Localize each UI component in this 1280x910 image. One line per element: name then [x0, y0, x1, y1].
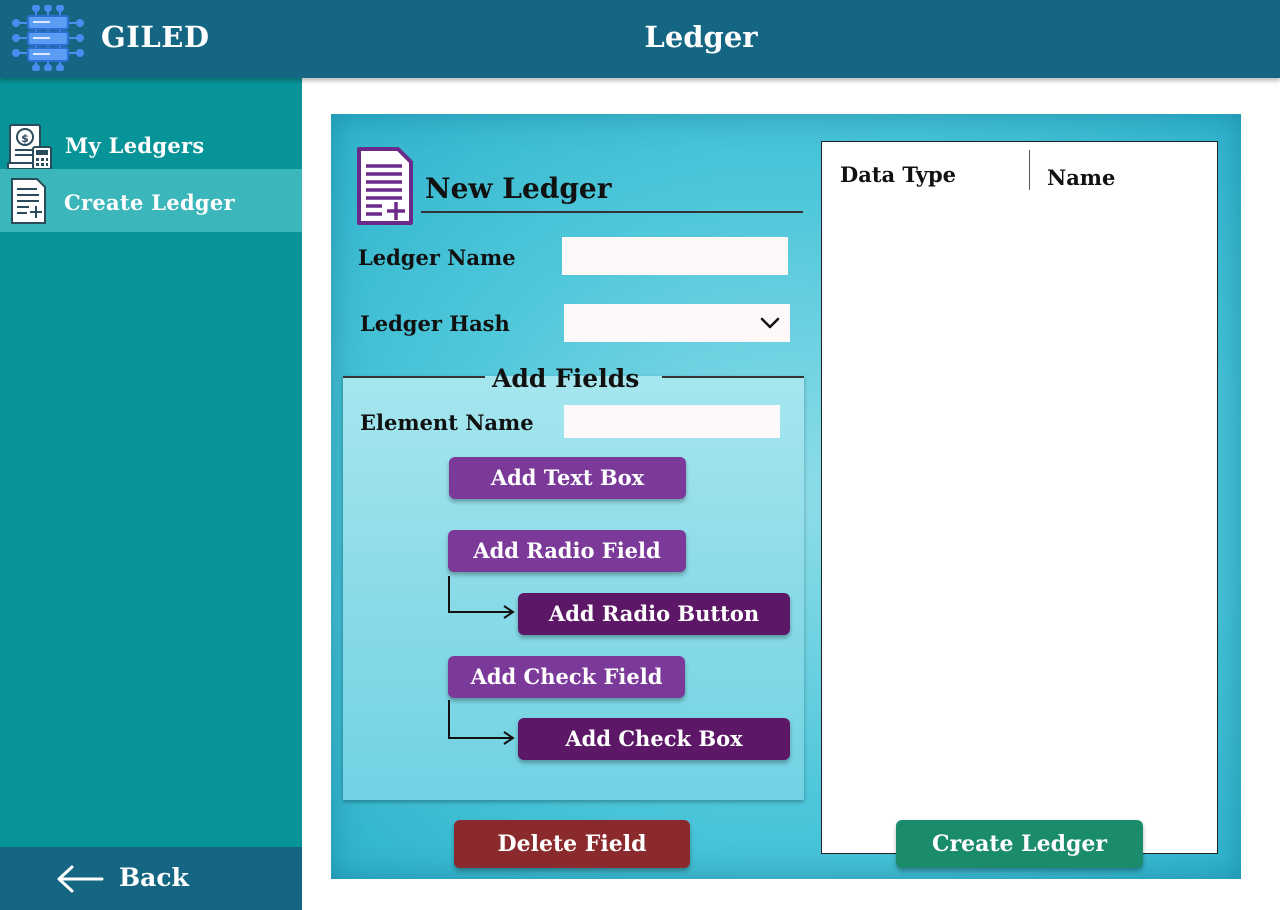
- chevron-down-icon: [760, 317, 780, 329]
- add-radio-button-button[interactable]: Add Radio Button: [518, 593, 790, 635]
- fields-table: Data Type Name: [821, 141, 1218, 854]
- back-label: Back: [119, 863, 189, 892]
- column-divider: [1029, 150, 1030, 190]
- group-border: [662, 376, 804, 378]
- sidebar-item-label: My Ledgers: [65, 133, 205, 158]
- column-header-data-type: Data Type: [840, 162, 957, 187]
- section-title: New Ledger: [425, 172, 612, 205]
- connector-arrow-icon: [448, 576, 515, 619]
- create-ledger-button[interactable]: Create Ledger: [896, 820, 1143, 868]
- sidebar: $ My Ledgers Create Ledger Back: [0, 78, 302, 910]
- ledger-hash-label: Ledger Hash: [360, 311, 510, 336]
- add-document-icon: [357, 147, 413, 225]
- ledger-hash-select[interactable]: [564, 304, 790, 342]
- group-border: [343, 376, 485, 378]
- delete-field-button[interactable]: Delete Field: [454, 820, 690, 868]
- back-button[interactable]: Back: [0, 847, 302, 910]
- add-radio-field-button[interactable]: Add Radio Field: [448, 530, 686, 572]
- title-divider: [421, 211, 803, 213]
- page-title: Ledger: [644, 20, 758, 54]
- add-check-box-button[interactable]: Add Check Box: [518, 718, 790, 760]
- add-document-icon: [11, 178, 46, 224]
- column-header-name: Name: [1047, 165, 1116, 190]
- ledger-name-input[interactable]: [562, 237, 788, 275]
- arrow-left-icon: [57, 865, 104, 893]
- svg-text:$: $: [21, 132, 29, 145]
- ledger-book-calculator-icon: $: [7, 124, 52, 170]
- element-name-input[interactable]: [564, 405, 780, 438]
- add-fields-title: Add Fields: [492, 364, 640, 393]
- sidebar-item-create-ledger[interactable]: Create Ledger: [0, 169, 302, 232]
- app-header: GILED Ledger: [0, 0, 1280, 78]
- element-name-label: Element Name: [360, 410, 534, 435]
- add-check-field-button[interactable]: Add Check Field: [448, 656, 685, 698]
- ledger-name-label: Ledger Name: [358, 245, 516, 270]
- add-text-box-button[interactable]: Add Text Box: [449, 457, 686, 499]
- connector-arrow-icon: [448, 700, 515, 745]
- sidebar-item-label: Create Ledger: [64, 190, 235, 215]
